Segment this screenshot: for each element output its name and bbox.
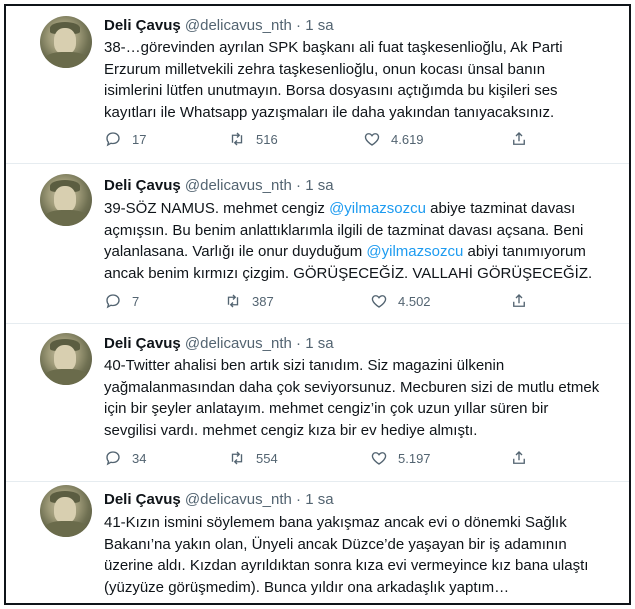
like-count: 4.619 xyxy=(391,131,424,147)
retweet-count: 516 xyxy=(256,131,278,147)
separator-dot: · xyxy=(296,177,302,194)
author-handle[interactable]: @delicavus_nth xyxy=(185,335,292,352)
share-icon xyxy=(513,132,525,145)
heart-icon xyxy=(364,133,380,146)
share-button[interactable] xyxy=(510,292,528,310)
mention-link[interactable]: @yilmazsozcu xyxy=(366,243,463,260)
tweet[interactable]: Deli Çavuş @delicavus_nth · 1 sa 41-Kızı… xyxy=(6,482,629,603)
tweet[interactable]: Deli Çavuş @delicavus_nth · 1 sa 38-…gör… xyxy=(6,6,629,164)
avatar[interactable] xyxy=(40,174,92,226)
tweet-text-segment: 41-Kızın ismini söylemem bana yakışmaz a… xyxy=(104,514,589,596)
tweet[interactable]: Deli Çavuş @delicavus_nth · 1 sa 40-Twit… xyxy=(6,324,629,482)
tweet-text: 38-…görevinden ayrılan SPK başkanı ali f… xyxy=(104,37,604,123)
reply-button[interactable]: 7 xyxy=(104,292,139,310)
timestamp[interactable]: 1 sa xyxy=(305,17,333,34)
tweet-header: Deli Çavuş @delicavus_nth · 1 sa xyxy=(104,17,334,34)
author-name[interactable]: Deli Çavuş xyxy=(104,491,181,508)
tweet-text-segment: 38-…görevinden ayrılan SPK başkanı ali f… xyxy=(104,39,563,121)
tweet-actions: 7 387 4.502 xyxy=(104,292,534,312)
reply-button[interactable]: 34 xyxy=(104,449,146,467)
heart-icon xyxy=(371,295,387,308)
author-name[interactable]: Deli Çavuş xyxy=(104,177,181,194)
avatar[interactable] xyxy=(40,485,92,537)
separator-dot: · xyxy=(296,491,302,508)
tweet-text-segment: 39-SÖZ NAMUS. mehmet cengiz xyxy=(104,200,330,217)
retweet-count: 387 xyxy=(252,293,274,309)
reply-icon xyxy=(106,294,120,309)
avatar[interactable] xyxy=(40,16,92,68)
timestamp[interactable]: 1 sa xyxy=(305,335,333,352)
timestamp[interactable]: 1 sa xyxy=(305,177,333,194)
tweet-header: Deli Çavuş @delicavus_nth · 1 sa xyxy=(104,177,334,194)
heart-icon xyxy=(371,452,387,465)
tweet[interactable]: Deli Çavuş @delicavus_nth · 1 sa 39-SÖZ … xyxy=(6,164,629,324)
retweet-icon xyxy=(231,132,243,146)
retweet-icon xyxy=(231,451,243,465)
reply-count: 17 xyxy=(132,131,147,147)
reply-button[interactable]: 17 xyxy=(104,130,146,148)
author-handle[interactable]: @delicavus_nth xyxy=(185,177,292,194)
tweet-text: 39-SÖZ NAMUS. mehmet cengiz @yilmazsozcu… xyxy=(104,198,604,284)
like-button[interactable]: 4.502 xyxy=(370,292,431,310)
retweet-button[interactable]: 554 xyxy=(228,449,278,467)
retweet-icon xyxy=(227,294,239,308)
share-icon xyxy=(513,294,525,307)
retweet-count: 554 xyxy=(256,450,278,466)
share-button[interactable] xyxy=(510,449,528,467)
timeline-frame: Deli Çavuş @delicavus_nth · 1 sa 38-…gör… xyxy=(4,4,631,605)
reply-count: 7 xyxy=(132,293,140,309)
author-name[interactable]: Deli Çavuş xyxy=(104,17,181,34)
mention-link[interactable]: @yilmazsozcu xyxy=(329,200,426,217)
tweet-header: Deli Çavuş @delicavus_nth · 1 sa xyxy=(104,491,334,508)
tweet-header: Deli Çavuş @delicavus_nth · 1 sa xyxy=(104,335,334,352)
like-button[interactable]: 4.619 xyxy=(363,130,424,148)
reply-icon xyxy=(106,132,120,147)
separator-dot: · xyxy=(296,335,302,352)
reply-icon xyxy=(106,451,120,466)
avatar[interactable] xyxy=(40,333,92,385)
timestamp[interactable]: 1 sa xyxy=(305,491,333,508)
tweet-text: 41-Kızın ismini söylemem bana yakışmaz a… xyxy=(104,512,604,598)
tweet-actions: 34 554 5.197 xyxy=(104,449,534,469)
author-handle[interactable]: @delicavus_nth xyxy=(185,491,292,508)
retweet-button[interactable]: 387 xyxy=(224,292,274,310)
reply-count: 34 xyxy=(132,450,147,466)
like-count: 4.502 xyxy=(398,293,431,309)
like-button[interactable]: 5.197 xyxy=(370,449,431,467)
author-name[interactable]: Deli Çavuş xyxy=(104,335,181,352)
tweet-text-segment: 40-Twitter ahalisi ben artık sizi tanıdı… xyxy=(104,357,600,439)
tweet-actions: 17 516 4.619 xyxy=(104,130,534,150)
share-button[interactable] xyxy=(510,130,528,148)
tweet-text: 40-Twitter ahalisi ben artık sizi tanıdı… xyxy=(104,355,604,441)
retweet-button[interactable]: 516 xyxy=(228,130,278,148)
separator-dot: · xyxy=(296,17,302,34)
like-count: 5.197 xyxy=(398,450,431,466)
author-handle[interactable]: @delicavus_nth xyxy=(185,17,292,34)
share-icon xyxy=(513,451,525,464)
